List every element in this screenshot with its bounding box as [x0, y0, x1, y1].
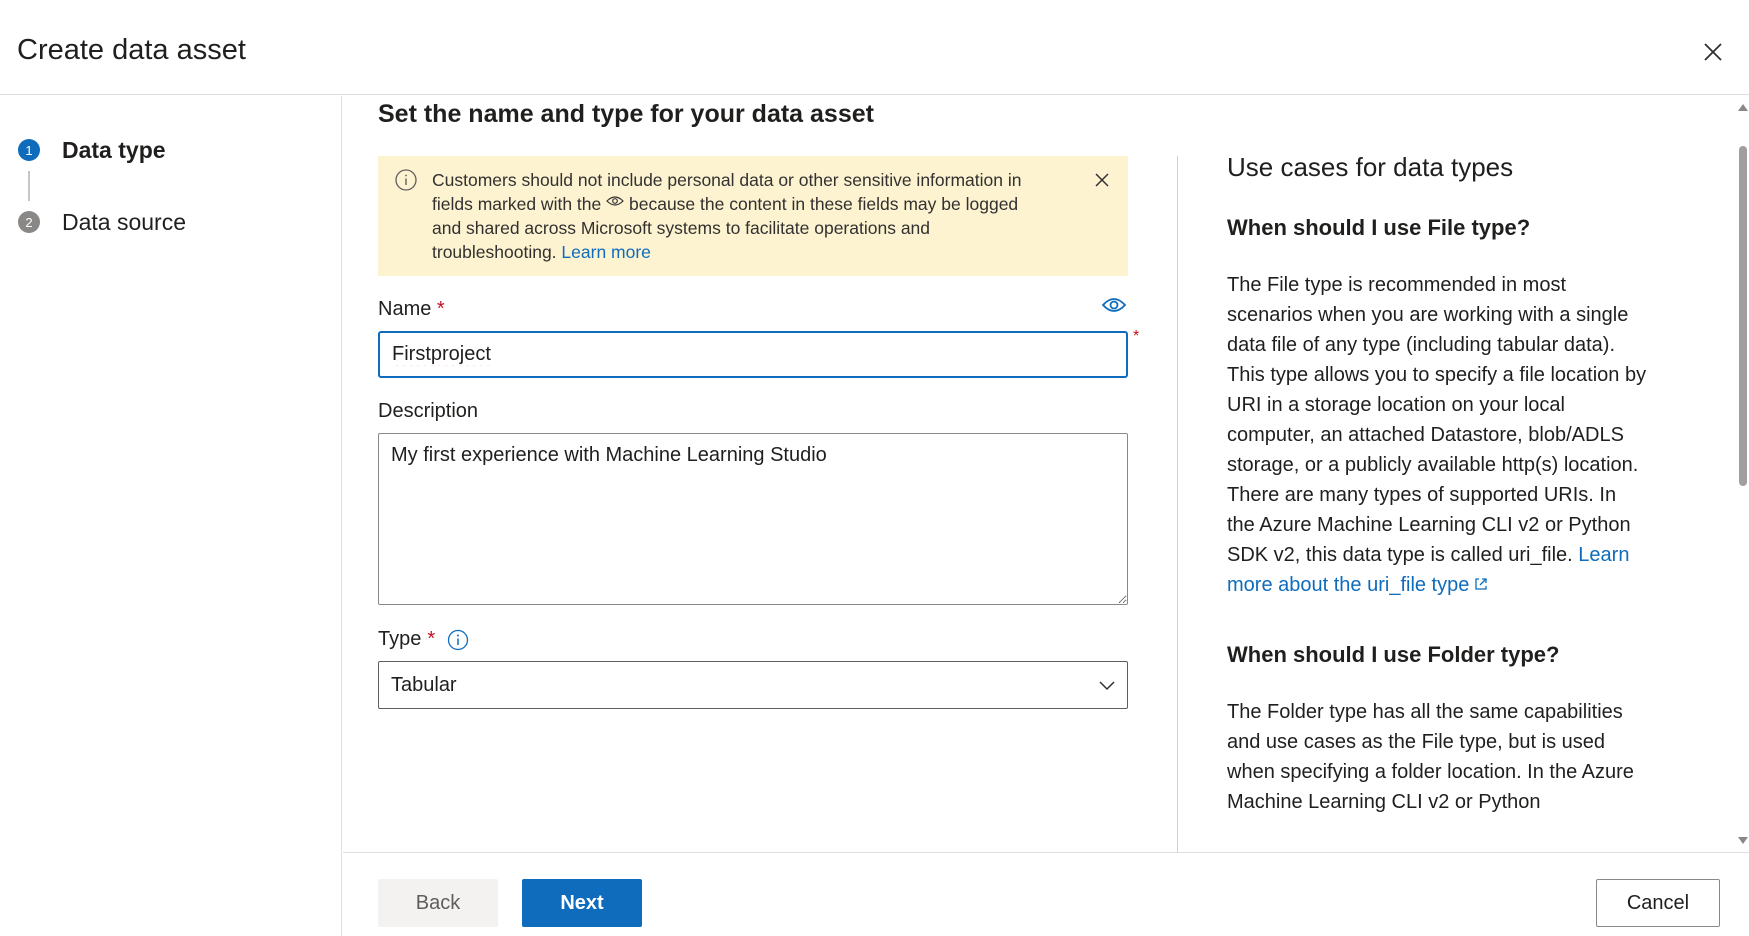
dialog-title: Create data asset — [17, 34, 246, 66]
main-panel: Set the name and type for your data asse… — [343, 96, 1733, 852]
help-section-heading: When should I use Folder type? — [1227, 642, 1560, 667]
sensitive-field-eye-icon — [1101, 298, 1127, 312]
step-number: 2 — [18, 211, 40, 233]
step-label: Data source — [62, 208, 187, 235]
dialog-footer: Back Next Cancel — [343, 852, 1749, 936]
learn-more-link[interactable]: Learn more — [561, 242, 651, 262]
step-label: Data type — [62, 136, 166, 163]
info-icon[interactable] — [447, 629, 469, 651]
name-required-star: * — [1133, 328, 1140, 345]
help-panel: Use cases for data types When should I u… — [1227, 152, 1647, 817]
name-label: Name * — [378, 298, 445, 321]
type-label-text: Type — [378, 628, 422, 650]
close-icon[interactable] — [1697, 36, 1729, 68]
required-mark: * — [427, 628, 436, 650]
next-button[interactable]: Next — [522, 879, 642, 927]
scroll-up-arrow-icon[interactable] — [1738, 104, 1748, 111]
help-section-body: The File type is recommended in most sce… — [1227, 270, 1647, 600]
scroll-thumb[interactable] — [1739, 146, 1747, 486]
required-mark: * — [436, 298, 445, 320]
form-heading: Set the name and type for your data asse… — [378, 100, 874, 128]
scroll-down-arrow-icon[interactable] — [1738, 837, 1748, 844]
banner-text: Customers should not include personal da… — [432, 168, 1052, 264]
description-textarea[interactable]: My first experience with Machine Learnin… — [378, 433, 1128, 605]
step-number: 1 — [18, 139, 40, 161]
cancel-button[interactable]: Cancel — [1596, 879, 1720, 927]
help-section-heading: When should I use File type? — [1227, 215, 1531, 240]
wizard-steps: 1 Data type 2 Data source — [0, 96, 342, 936]
external-link-icon — [1475, 578, 1488, 590]
name-label-text: Name — [378, 298, 432, 320]
scrollbar[interactable] — [1737, 96, 1749, 852]
help-section-body: The Folder type has all the same capabil… — [1227, 701, 1634, 813]
chevron-down-icon — [1099, 681, 1115, 691]
back-button[interactable]: Back — [378, 879, 498, 927]
help-title: Use cases for data types — [1227, 152, 1514, 182]
help-section-text: The File type is recommended in most sce… — [1227, 274, 1647, 566]
type-label: Type * — [378, 628, 469, 651]
step-data-source[interactable]: 2 Data source — [18, 207, 186, 237]
description-label: Description — [378, 400, 479, 422]
step-data-type[interactable]: 1 Data type — [18, 135, 166, 165]
type-dropdown[interactable]: Tabular — [378, 661, 1128, 709]
type-selected-value: Tabular — [391, 673, 457, 696]
name-input[interactable] — [378, 331, 1128, 378]
panel-divider — [1177, 156, 1178, 852]
dismiss-icon[interactable] — [1091, 169, 1113, 191]
eye-icon — [606, 196, 624, 206]
dialog-header: Create data asset — [0, 0, 1749, 95]
privacy-banner: Customers should not include personal da… — [378, 156, 1128, 276]
info-icon — [395, 169, 417, 191]
step-connector — [28, 171, 30, 201]
